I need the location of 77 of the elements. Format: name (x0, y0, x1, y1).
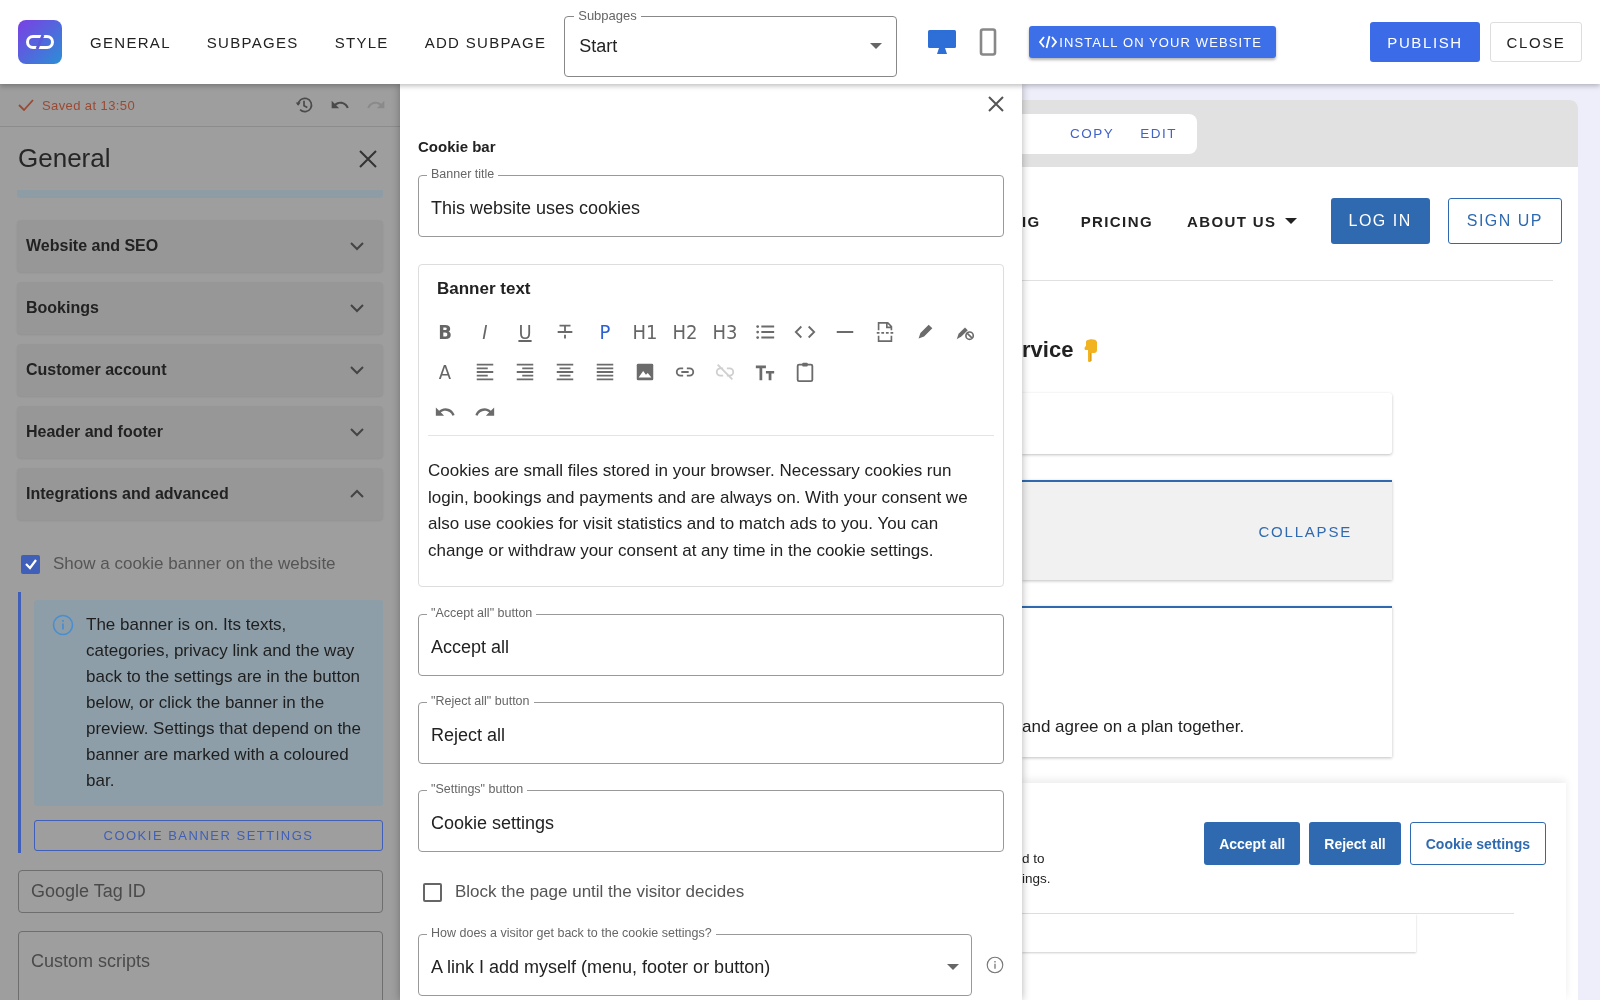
panel-title: General (18, 143, 112, 174)
accordion-item[interactable]: Bookings (17, 282, 383, 334)
field-label: How does a visitor get back to the cookie settings? (427, 925, 716, 941)
accordion-item[interactable]: Integrations and advanced (17, 468, 383, 520)
nav-link[interactable]: IG (1022, 204, 1041, 238)
format-button[interactable]: H1 (628, 315, 662, 349)
collapse-button[interactable]: COLLAPSE (1252, 521, 1358, 541)
caret-icon (1284, 218, 1297, 224)
info-icon (52, 614, 74, 636)
toolbar-link[interactable]: COPY (1064, 122, 1121, 145)
format-button[interactable]: A (428, 355, 462, 389)
editor-title: Banner text (437, 279, 532, 299)
section-title: Customer account (26, 361, 168, 379)
check-icon (18, 99, 34, 111)
section-heading: rvice (1022, 337, 1074, 363)
checkbox[interactable] (21, 554, 40, 574)
editor-text[interactable]: Cookies are small files stored in your browser. Necessary cookies run login, bookings and payments and are always on. With your consent we also use cookies for visit statistics and to match ads to you. You can change or withdraw your consent at any time in the cookie settings. (428, 458, 994, 564)
section-title: Integrations and advanced (26, 485, 230, 503)
italic-button[interactable]: I (468, 315, 502, 349)
checkbox-label: Block the page until the visitor decides (455, 882, 745, 902)
format-button[interactable]: P (588, 315, 622, 349)
nav-tab[interactable]: ADD SUBPAGE (406, 23, 565, 61)
field-label: "Settings" button (427, 781, 528, 797)
signup-button[interactable]: SIGN UP (1447, 198, 1563, 244)
phone-icon[interactable] (979, 28, 998, 56)
banner-button[interactable]: Reject all (1309, 822, 1401, 865)
format-button[interactable]: H2 (668, 315, 702, 349)
publish-button[interactable]: PUBLISH (1370, 22, 1480, 62)
accordion-item[interactable]: Website and SEO (17, 220, 383, 272)
format-button[interactable]: H3 (708, 315, 742, 349)
save-status: Saved at 13:50 (42, 97, 137, 113)
bold-button[interactable]: B (428, 315, 462, 349)
page-break-icon[interactable] (874, 321, 896, 343)
nav-tab[interactable]: STYLE (316, 23, 407, 61)
section-title: Header and footer (26, 423, 164, 441)
code-icon (1039, 34, 1058, 50)
section-title: Website and SEO (26, 237, 160, 255)
desktop-icon[interactable] (927, 29, 958, 55)
pointing-hand-icon (1083, 338, 1100, 362)
nav-tab[interactable]: GENERAL (72, 23, 189, 61)
nav-link[interactable]: PRICING (1080, 204, 1153, 238)
image-icon[interactable] (634, 361, 656, 383)
close-button[interactable]: CLOSE (1490, 22, 1582, 62)
accordion-item[interactable]: Customer account (17, 344, 383, 396)
select-value: Start (579, 35, 619, 57)
info-icon[interactable] (986, 956, 1004, 974)
banner-button[interactable]: Cookie settings (1409, 822, 1546, 865)
nav-tab[interactable]: SUBPAGES (188, 23, 317, 61)
caret-icon (947, 964, 959, 970)
card-text: and agree on a plan together. (1022, 717, 1245, 737)
banner-text: d to ings. (1022, 850, 1052, 888)
login-button[interactable]: LOG IN (1330, 198, 1430, 244)
checkbox-label: Show a cookie banner on the website (53, 554, 336, 574)
caret-icon (870, 43, 883, 49)
field-label: "Accept all" button (427, 605, 537, 621)
align-left-icon[interactable] (474, 361, 496, 383)
banner-button[interactable]: Accept all (1204, 822, 1301, 865)
align-center-icon[interactable] (554, 361, 576, 383)
justify-icon[interactable] (594, 361, 616, 383)
toolbar-link[interactable]: EDIT (1134, 122, 1184, 145)
nav-link[interactable]: ABOUT US (1186, 204, 1297, 238)
field-label: "Reject all" button (427, 693, 534, 709)
close-button[interactable] (358, 148, 378, 169)
underline-button[interactable]: U (508, 315, 542, 349)
input-field[interactable]: Google Tag ID (18, 870, 383, 913)
align-right-icon[interactable] (514, 361, 536, 383)
text-area[interactable]: Custom scripts (18, 931, 383, 1000)
history-icon[interactable] (294, 95, 314, 115)
logo-icon (18, 20, 62, 64)
section-title: Bookings (26, 299, 100, 317)
clipboard-icon[interactable] (794, 361, 816, 383)
info-text: The banner is on. Its texts, categories, privacy link and the way back to the settings are in the button below, or click the banner in the preview. Settings that depend on the banner are marked with a coloured bar. (86, 614, 363, 792)
install-button[interactable]: INSTALL ON YOUR WEBSITE (1029, 26, 1276, 58)
section-heading: Cookie bar (418, 138, 497, 155)
accordion-item[interactable]: Header and footer (17, 406, 383, 458)
select-value: A link I add myself (menu, footer or button) (431, 956, 772, 978)
checkbox[interactable] (423, 882, 442, 902)
